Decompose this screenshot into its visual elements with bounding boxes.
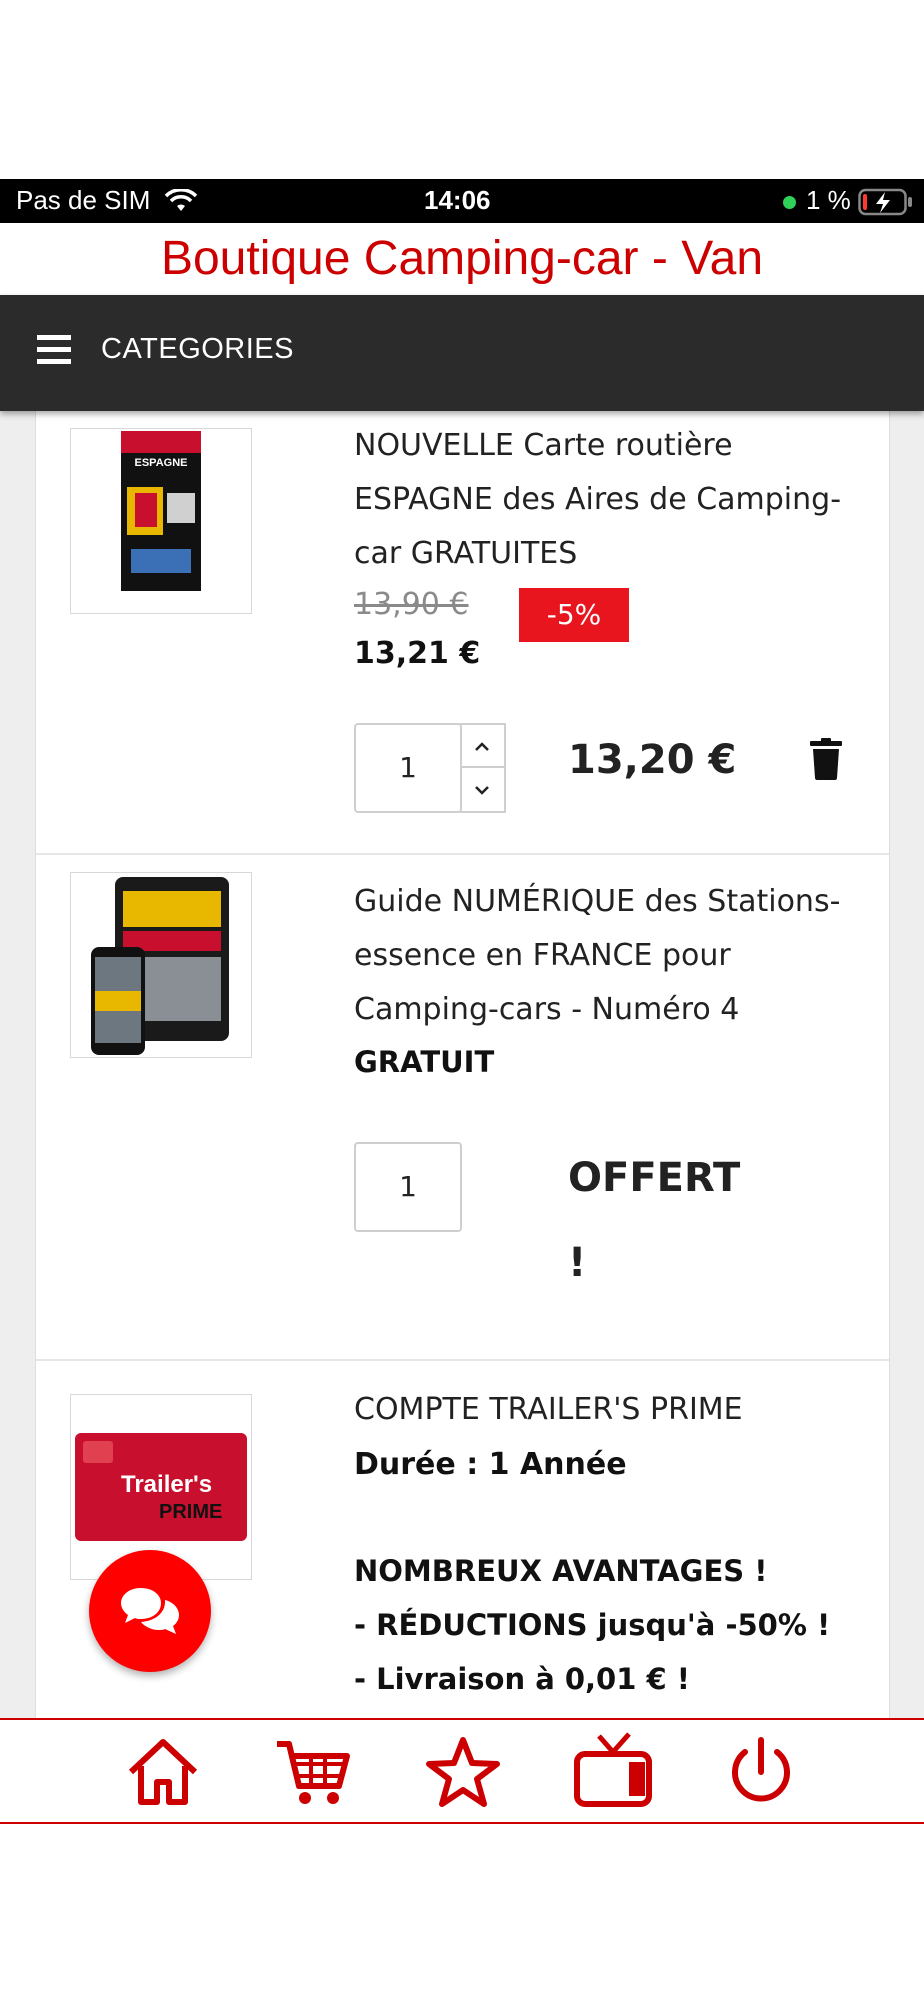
- advantage-item: - Livraison à 0,01 € !: [354, 1662, 691, 1696]
- carrier-label: Pas de SIM: [16, 185, 151, 215]
- duration: Durée : 1 Année: [354, 1447, 627, 1482]
- advantage-item: - RÉDUCTIONS jusqu'à -50% !: [354, 1608, 831, 1642]
- chat-button[interactable]: [89, 1550, 211, 1672]
- product-thumbnail[interactable]: ESPAGNE: [70, 428, 252, 614]
- line-total: OFFERT: [568, 1155, 741, 1201]
- unit-price: GRATUIT: [354, 1045, 495, 1079]
- thumbnail-caption: ESPAGNE: [134, 457, 188, 469]
- product-thumbnail[interactable]: [70, 872, 252, 1058]
- nav-cart-button[interactable]: [273, 1732, 353, 1812]
- nav-tv-button[interactable]: [573, 1732, 653, 1812]
- old-price: 13,90 €: [354, 587, 469, 622]
- advantages-title: NOMBREUX AVANTAGES !: [354, 1554, 768, 1588]
- cart-panel: ESPAGNE NOUVELLE Carte routière ESPAGNE …: [35, 411, 890, 1718]
- quantity-stepper[interactable]: [460, 723, 506, 813]
- product-name[interactable]: Guide NUMÉRIQUE des Stations-essence en …: [354, 875, 864, 1037]
- bottom-nav: [0, 1718, 924, 1824]
- unit-price: 13,21 €: [354, 636, 481, 671]
- quantity-input[interactable]: 1: [354, 1142, 462, 1232]
- star-icon: [426, 1737, 500, 1807]
- power-icon: [732, 1737, 790, 1802]
- clock: 14:06: [424, 185, 491, 215]
- thumbnail-subtitle: PRIME: [159, 1501, 223, 1523]
- trash-icon[interactable]: [810, 738, 842, 780]
- decrease-quantity-button[interactable]: [460, 768, 504, 811]
- battery-percent: 1 %: [806, 185, 851, 215]
- cart-icon: [277, 1741, 350, 1804]
- chevron-up-icon: [475, 742, 489, 751]
- line-total-suffix: !: [568, 1240, 587, 1286]
- thumbnail-title: Trailer's: [121, 1471, 213, 1498]
- privacy-indicator-icon: [783, 196, 796, 209]
- app-title: Boutique Camping-car - Van: [160, 232, 764, 285]
- line-total: 13,20 €: [568, 737, 737, 783]
- menu-icon[interactable]: [37, 335, 73, 365]
- cart-item: Guide NUMÉRIQUE des Stations-essence en …: [36, 855, 889, 1361]
- wifi-icon: [164, 189, 198, 211]
- categories-bar[interactable]: CATEGORIES: [0, 295, 924, 411]
- categories-label[interactable]: CATEGORIES: [101, 333, 294, 366]
- product-name[interactable]: NOUVELLE Carte routière ESPAGNE des Aire…: [354, 419, 864, 581]
- status-bar: Pas de SIM 14:06 1 %: [0, 179, 924, 223]
- cart-item: ESPAGNE NOUVELLE Carte routière ESPAGNE …: [36, 411, 889, 855]
- cart-content[interactable]: ESPAGNE NOUVELLE Carte routière ESPAGNE …: [0, 411, 924, 1718]
- nav-favorites-button[interactable]: [423, 1732, 503, 1812]
- home-icon: [128, 1739, 198, 1805]
- quantity-input[interactable]: 1: [354, 723, 462, 813]
- battery-charging-icon: [858, 188, 912, 216]
- nav-home-button[interactable]: [123, 1732, 203, 1812]
- product-name[interactable]: COMPTE TRAILER'S PRIME: [354, 1383, 864, 1437]
- increase-quantity-button[interactable]: [460, 725, 504, 768]
- discount-badge: -5%: [519, 588, 629, 642]
- chevron-down-icon: [475, 786, 489, 795]
- tv-icon: [574, 1732, 652, 1807]
- chat-icon: [121, 1588, 179, 1634]
- nav-logout-button[interactable]: [721, 1732, 801, 1812]
